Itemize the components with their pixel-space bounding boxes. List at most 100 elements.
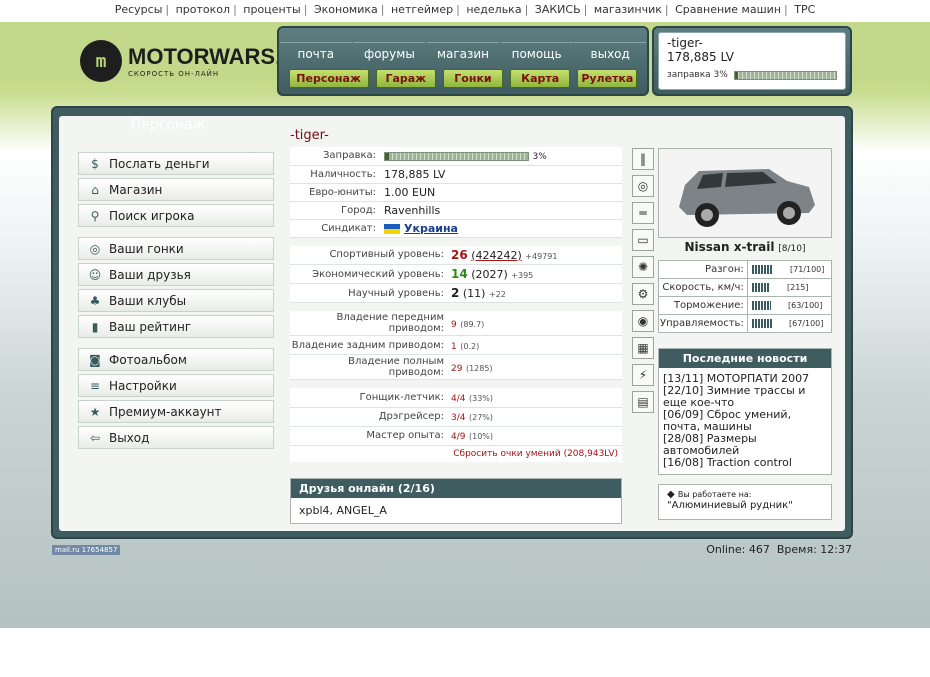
news-item[interactable]: [16/08] Traction control	[663, 457, 827, 469]
sidebar-item[interactable]: $ Послать деньги	[78, 152, 274, 175]
cash-label: Наличность:	[290, 165, 380, 184]
ownership-level: 29	[451, 363, 463, 374]
ownership-label: Владение передним приводом:	[290, 311, 450, 336]
friends-list[interactable]: xpbl4, ANGEL_A	[291, 498, 621, 523]
logo-mark-icon: m	[80, 40, 122, 82]
sidebar-item-label: Магазин	[109, 182, 163, 197]
skill-percent: (27%)	[468, 413, 494, 422]
topnav-percent[interactable]: проценты	[243, 3, 300, 16]
topnav-netgamer[interactable]: нетгеймер	[391, 3, 453, 16]
car-stat-label: Управляемость:	[658, 314, 748, 333]
fuel-value: 3%	[532, 152, 547, 163]
car-stat-row: Скорость, км/ч: [215]	[658, 278, 833, 297]
level-value: 26	[451, 247, 468, 262]
status-line: Online: 467 Время: 12:37	[706, 543, 852, 556]
news-item[interactable]: [06/09] Сброс умений, почта, машины	[663, 409, 827, 433]
menu-forums[interactable]: форумы	[353, 42, 426, 61]
settings-icon: ≡	[89, 379, 101, 393]
menu-shop[interactable]: магазин	[426, 42, 499, 61]
menu-character-button[interactable]: Персонаж	[288, 69, 369, 88]
sidebar-item[interactable]: ◎ Ваши гонки	[78, 237, 274, 260]
sidebar-item[interactable]: ⌂ Магазин	[78, 178, 274, 201]
body-kit-icon[interactable]: ▭	[632, 229, 654, 251]
topnav-week[interactable]: неделька	[466, 3, 521, 16]
sidebar-item-label: Премиум-аккаунт	[109, 404, 222, 419]
ownership-row: Владение передним приводом: 9 (89.7)	[290, 311, 622, 336]
city-row: Город: Ravenhills	[290, 201, 622, 220]
ownership-level: 1	[451, 341, 457, 352]
car-stat-label: Скорость, км/ч:	[658, 278, 748, 297]
chip-icon[interactable]: ▤	[632, 391, 654, 413]
car-stat-label: Разгон:	[658, 260, 748, 279]
ownership-row: Владение задним приводом: 1 (0.2)	[290, 335, 622, 355]
rating-icon: ▮	[91, 320, 99, 334]
reset-skills-link[interactable]: Сбросить очки умений (208,943LV)	[290, 445, 622, 462]
car-rating: [8/10]	[778, 244, 806, 254]
menu-garage-button[interactable]: Гараж	[375, 69, 436, 88]
topnav-protocol[interactable]: протокол	[176, 3, 230, 16]
syndicate-link[interactable]: Украина	[404, 222, 458, 235]
nitro-icon[interactable]: ⚡	[632, 364, 654, 386]
sidebar-item[interactable]: ⇦ Выход	[78, 426, 274, 449]
cash-value: 178,885 LV	[380, 165, 622, 184]
topnav-shop[interactable]: магазинчик	[594, 3, 662, 16]
sidebar-item[interactable]: ☺ Ваши друзья	[78, 263, 274, 286]
news-list: [13/11] МОТОРПАТИ 2007 [22/10] Зимние тра…	[659, 368, 831, 474]
car-stat-label: Торможение:	[658, 296, 748, 315]
sidebar-item-label: Ваши гонки	[109, 241, 184, 256]
sidebar-item[interactable]: ▮ Ваш рейтинг	[78, 315, 274, 338]
topnav-zakis[interactable]: ЗАКИСЬ	[535, 3, 581, 16]
euro-label: Евро-юниты:	[290, 183, 380, 202]
turbo-icon[interactable]: ◉	[632, 310, 654, 332]
shock-absorber-icon[interactable]: ‖	[632, 148, 654, 170]
topnav-trs[interactable]: ТРС	[794, 3, 815, 16]
car-image[interactable]	[658, 148, 832, 238]
skill-value: 4/4	[451, 393, 466, 404]
skill-label: Гонщик-летчик:	[290, 388, 450, 408]
topnav-economy[interactable]: Экономика	[314, 3, 378, 16]
news-item[interactable]: [28/08] Размеры автомобилей	[663, 433, 827, 457]
menu-roulette-button[interactable]: Рулетка	[577, 69, 638, 88]
work-value[interactable]: "Алюминиевый рудник"	[667, 500, 823, 511]
news-item[interactable]: [22/10] Зимние трассы и еще кое-что	[663, 385, 827, 409]
menu-map-button[interactable]: Карта	[510, 69, 571, 88]
exhaust-icon[interactable]: ═	[632, 202, 654, 224]
work-box: ◆ Вы работаете на: "Алюминиевый рудник"	[658, 484, 832, 520]
friends-header: Друзья онлайн (2/16)	[291, 479, 621, 498]
topnav-resources[interactable]: Ресурсы	[115, 3, 163, 16]
car-stat-value: [215]	[787, 283, 809, 292]
car-suv-icon	[659, 149, 831, 237]
mail-counter-badge[interactable]: mail.ru 17654857	[52, 545, 121, 555]
sidebar-header: Персонаж	[130, 117, 206, 133]
ownership-points: (89.7)	[460, 319, 485, 329]
sidebar-item[interactable]: ★ Премиум-аккаунт	[78, 400, 274, 423]
ownership-level: 9	[451, 319, 457, 330]
car-stat-row: Разгон: [71/100]	[658, 260, 833, 279]
electronics-icon[interactable]: ▦	[632, 337, 654, 359]
server-time: Время: 12:37	[776, 543, 852, 556]
level-label: Научный уровень:	[290, 283, 450, 303]
menu-help[interactable]: помощь	[500, 42, 573, 61]
sidebar-item-label: Ваш рейтинг	[109, 319, 192, 334]
topnav-compare-cars[interactable]: Сравнение машин	[675, 3, 781, 16]
car-stat-bar	[751, 282, 770, 292]
profile-name: -tiger-	[290, 128, 329, 143]
car-stat-bar	[751, 264, 773, 274]
user-name: -tiger-	[667, 36, 703, 50]
sidebar-item[interactable]: ⚲ Поиск игрока	[78, 204, 274, 227]
levels-table: Спортивный уровень: 26 (424242) +49791 Эко…	[290, 245, 622, 303]
menu-mail[interactable]: почта	[279, 42, 352, 61]
sidebar-item-label: Поиск игрока	[109, 208, 195, 223]
gearbox-icon[interactable]: ⚙	[632, 283, 654, 305]
news-header: Последние новости	[659, 349, 831, 368]
tire-icon[interactable]: ◎	[632, 175, 654, 197]
sidebar-item[interactable]: ♣ Ваши клубы	[78, 289, 274, 312]
sidebar-item[interactable]: ◙ Фотоальбом	[78, 348, 274, 371]
level-label: Экономический уровень:	[290, 264, 450, 284]
menu-races-button[interactable]: Гонки	[442, 69, 503, 88]
fuel-bar-fill	[385, 152, 390, 160]
sidebar-item[interactable]: ≡ Настройки	[78, 374, 274, 397]
sidebar-item-label: Настройки	[109, 378, 177, 393]
brake-disc-icon[interactable]: ✺	[632, 256, 654, 278]
menu-exit[interactable]: выход	[574, 42, 647, 61]
